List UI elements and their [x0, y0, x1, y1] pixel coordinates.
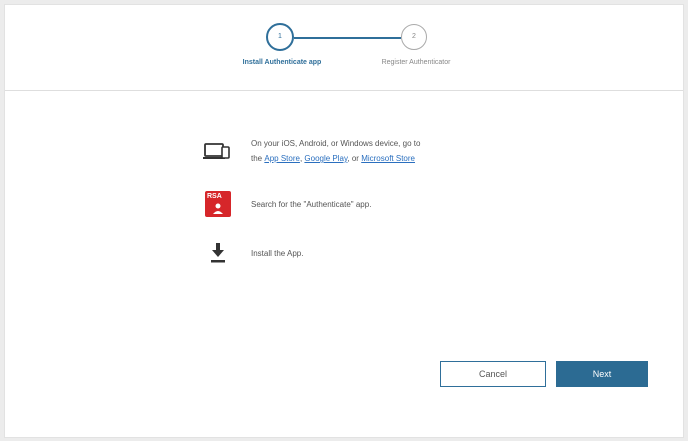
step-2-label: Register Authenticator: [381, 59, 451, 66]
instruction-store-prefix: the: [251, 154, 263, 163]
instruction-store-text: On your iOS, Android, or Windows device,…: [251, 136, 420, 166]
instruction-install-text: Install the App.: [251, 249, 304, 258]
devices-icon: [203, 143, 230, 159]
download-icon: [211, 243, 225, 263]
step-2-indicator: 2: [401, 24, 427, 50]
step-1-indicator: 1: [266, 23, 294, 51]
separator: ,: [299, 154, 303, 163]
rsa-app-icon-text: RSA: [207, 193, 222, 200]
next-button[interactable]: Next: [556, 361, 648, 387]
microsoft-store-link[interactable]: Microsoft Store: [361, 154, 415, 163]
rsa-app-icon: RSA: [205, 191, 231, 217]
authenticator-setup-panel: 1 2 Install Authenticate app Register Au…: [4, 4, 684, 438]
instruction-store-line1: On your iOS, Android, or Windows device,…: [251, 139, 421, 148]
instruction-search-text: Search for the "Authenticate" app.: [251, 200, 372, 209]
google-play-link[interactable]: Google Play: [304, 154, 347, 163]
app-store-link[interactable]: App Store: [264, 154, 300, 163]
cancel-button[interactable]: Cancel: [440, 361, 546, 387]
person-icon: [213, 203, 223, 214]
instruction-store-line2: the App Store, Google Play, or Microsoft…: [251, 151, 420, 166]
step-1-label: Install Authenticate app: [242, 59, 322, 66]
step-connector: [294, 37, 401, 39]
separator: , or: [347, 154, 359, 163]
setup-stepper: 1 2 Install Authenticate app Register Au…: [5, 5, 683, 91]
